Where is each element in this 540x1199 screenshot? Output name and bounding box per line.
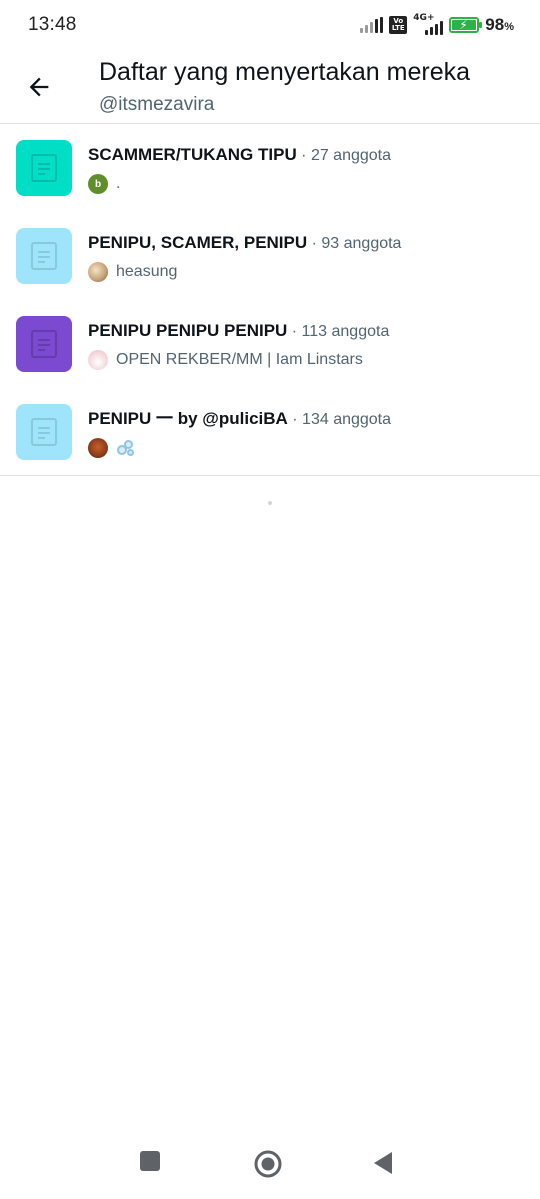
list-thumbnail: [16, 316, 72, 372]
loading-indicator: [268, 501, 272, 505]
back-nav-button[interactable]: [372, 1151, 394, 1180]
list-thumbnail: [16, 228, 72, 284]
triangle-back-icon: [374, 1152, 392, 1174]
owner-name: .: [116, 175, 121, 192]
status-bar: 13:48 Vo LTE 4G+ ⚡ 98%: [0, 0, 540, 50]
list-document-icon: [31, 242, 57, 270]
list-name: PENIPU 一 by @puliciBA: [88, 409, 288, 428]
bubbles-emoji-icon: [116, 438, 136, 458]
back-button[interactable]: [22, 70, 56, 104]
recents-button[interactable]: [139, 1150, 161, 1177]
battery-percent: 98%: [485, 15, 514, 34]
system-nav-bar: [0, 1130, 540, 1199]
signal-1-icon: [360, 17, 384, 33]
list-document-icon: [31, 154, 57, 182]
charging-bolt-icon: ⚡: [459, 18, 468, 32]
list-member-count: · 113 anggota: [287, 323, 390, 340]
owner-avatar: [88, 262, 108, 282]
list-item[interactable]: PENIPU, SCAMER, PENIPU · 93 anggota heas…: [0, 212, 540, 300]
list-member-count: · 93 anggota: [307, 235, 402, 252]
battery-icon: ⚡: [449, 17, 483, 33]
circle-home-icon: [254, 1150, 282, 1178]
owner-name: OPEN REKBER/MM | Iam Linstars: [116, 351, 363, 368]
owner-avatar: [88, 438, 108, 458]
list-name: PENIPU, SCAMER, PENIPU: [88, 233, 308, 252]
list-member-count: · 134 anggota: [287, 411, 392, 428]
status-time: 13:48: [28, 14, 77, 35]
list-member-count: · 27 anggota: [296, 147, 392, 164]
owner-name: heasung: [116, 263, 178, 280]
list-thumbnail: [16, 404, 72, 460]
owner-avatar: b: [88, 174, 108, 194]
network-4g-icon: 4G+: [413, 13, 444, 35]
list-document-icon: [31, 418, 57, 446]
list-item[interactable]: SCAMMER/TUKANG TIPU · 27 anggota b .: [0, 124, 540, 212]
volte-icon: Vo LTE: [389, 16, 408, 34]
list-bottom-divider: [0, 475, 540, 476]
home-button[interactable]: [254, 1150, 282, 1183]
list-item[interactable]: PENIPU 一 by @puliciBA · 134 anggota: [0, 388, 540, 476]
lists-container: SCAMMER/TUKANG TIPU · 27 anggota b . PEN…: [0, 124, 540, 476]
page-header: Daftar yang menyertakan mereka @itsmezav…: [0, 52, 540, 124]
square-icon: [140, 1151, 160, 1171]
owner-avatar: [88, 350, 108, 370]
list-name: PENIPU PENIPU PENIPU: [88, 321, 288, 340]
arrow-left-icon: [29, 77, 49, 97]
page-title: Daftar yang menyertakan mereka: [99, 58, 471, 86]
list-thumbnail: [16, 140, 72, 196]
list-item[interactable]: PENIPU PENIPU PENIPU · 113 anggota OPEN …: [0, 300, 540, 388]
page-subtitle: @itsmezavira: [99, 94, 215, 115]
list-name: SCAMMER/TUKANG TIPU: [88, 145, 297, 164]
status-icons: Vo LTE 4G+ ⚡ 98%: [360, 13, 514, 36]
list-document-icon: [31, 330, 57, 358]
